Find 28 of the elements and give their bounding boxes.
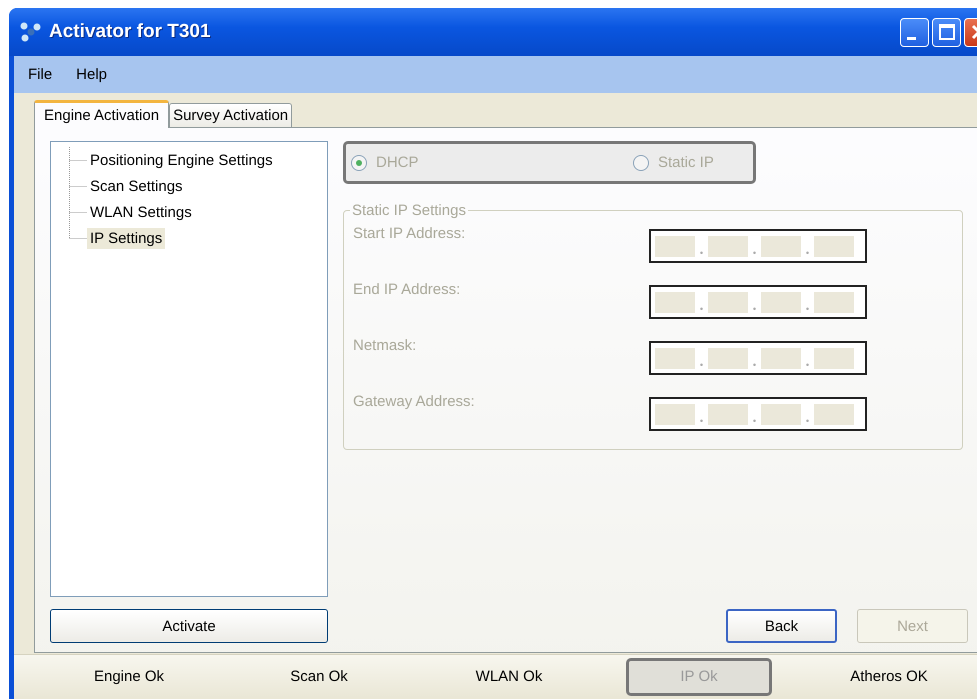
maximize-icon bbox=[938, 23, 956, 41]
minimize-icon bbox=[907, 36, 916, 40]
app-icon bbox=[19, 21, 43, 43]
tab[interactable]: Engine Activation bbox=[34, 100, 170, 128]
tree-item[interactable]: Scan Settings bbox=[87, 176, 186, 196]
activate-button[interactable]: Activate bbox=[50, 609, 328, 643]
radio-label: DHCP bbox=[376, 154, 419, 171]
tab[interactable]: Survey Activation bbox=[169, 103, 292, 127]
status-item: Engine Ok bbox=[92, 667, 166, 687]
tree-item[interactable]: Positioning Engine Settings bbox=[87, 150, 276, 170]
field-label: Start IP Address: bbox=[353, 225, 466, 242]
field-label: End IP Address: bbox=[353, 281, 460, 298]
field-label: Netmask: bbox=[353, 337, 416, 354]
status-item: WLAN Ok bbox=[474, 667, 544, 687]
tree-item[interactable]: IP Settings bbox=[87, 228, 166, 248]
status-item: Atheros OK bbox=[849, 667, 929, 687]
group-title: Static IP Settings bbox=[351, 202, 467, 219]
back-button[interactable]: Back bbox=[726, 609, 837, 643]
minimize-button[interactable] bbox=[900, 18, 929, 46]
maximize-button[interactable] bbox=[932, 18, 961, 46]
field-label: Gateway Address: bbox=[353, 393, 475, 410]
status-item: IP Ok bbox=[626, 658, 772, 696]
status-item: Scan Ok bbox=[289, 667, 349, 687]
menu-item[interactable]: File bbox=[18, 64, 62, 85]
menu-item[interactable]: Help bbox=[66, 64, 118, 85]
radio-label: Static IP bbox=[658, 154, 714, 171]
window-title: Activator for T301 bbox=[49, 21, 212, 43]
tree-item[interactable]: WLAN Settings bbox=[87, 202, 195, 222]
